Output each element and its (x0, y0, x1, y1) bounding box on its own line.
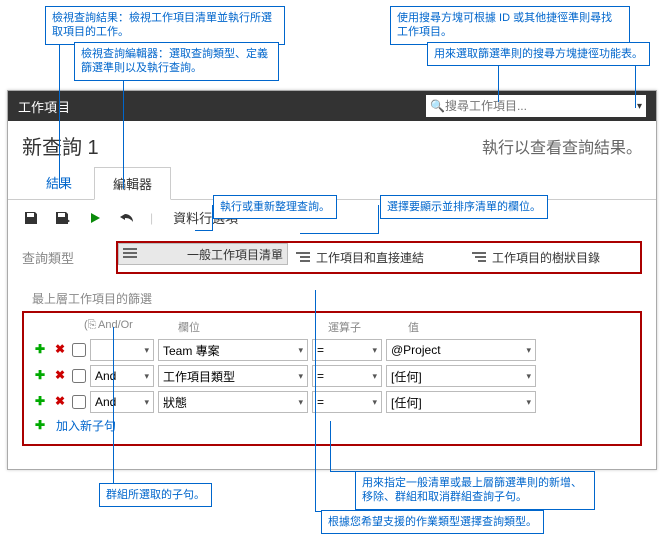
head-op: 運算子 (328, 319, 408, 335)
del-clause-icon[interactable]: ✖ (52, 394, 68, 410)
val-select[interactable]: [任何]▾ (386, 365, 536, 387)
search-box[interactable]: 🔍 ▾ (426, 95, 646, 117)
filter-row: ✚ ✖ ▾ Team 專案▾ =▾ @Project▾ (32, 339, 632, 361)
val-select[interactable]: @Project▾ (386, 339, 536, 361)
qtype-label: 查詢類型 (22, 248, 112, 267)
row-checkbox[interactable] (72, 343, 86, 357)
head-val: 值 (408, 319, 632, 335)
save-icon[interactable] (22, 209, 40, 227)
op-select[interactable]: =▾ (312, 391, 382, 413)
field-select[interactable]: 工作項目類型▾ (158, 365, 308, 387)
direct-links-icon (296, 251, 310, 265)
op-select[interactable]: =▾ (312, 365, 382, 387)
add-clause-icon[interactable]: ✚ (32, 394, 48, 410)
andor-select[interactable]: ▾ (90, 339, 154, 361)
callout-clause-ops: 用來指定一般清單或最上層篩選準則的新增、移除、群組和取消群組查詢子句。 (355, 471, 595, 510)
topbar: 工作項目 🔍 ▾ (8, 91, 656, 121)
search-input[interactable] (445, 99, 639, 113)
search-icon: 🔍 (430, 99, 445, 113)
row-checkbox[interactable] (72, 369, 86, 383)
callout-results: 檢視查詢結果：檢視工作項目清單並執行所選取項目的工作。 (45, 6, 285, 45)
field-select[interactable]: Team 專案▾ (158, 339, 308, 361)
filter-section-title: 最上層工作項目的篩選 (32, 290, 642, 307)
add-clause-link[interactable]: 加入新子句 (56, 417, 116, 434)
exec-hint: 執行以查看查詢結果。 (482, 134, 642, 158)
run-icon[interactable] (86, 209, 104, 227)
add-clause-icon[interactable]: ✚ (32, 418, 48, 434)
callout-columns: 選擇要顯示並排序清單的欄位。 (380, 195, 548, 219)
group-head-icon: (⎘ (84, 319, 98, 335)
filter-row: ✚ ✖ And▾ 工作項目類型▾ =▾ [任何]▾ (32, 365, 632, 387)
row-checkbox[interactable] (72, 395, 86, 409)
andor-select[interactable]: And▾ (90, 391, 154, 413)
filter-row-add: ✚ 加入新子句 (32, 417, 632, 434)
filter-head: (⎘ And/Or 欄位 運算子 值 (32, 319, 632, 335)
save-as-icon[interactable] (54, 209, 72, 227)
andor-select[interactable]: And▾ (90, 365, 154, 387)
field-select[interactable]: 狀態▾ (158, 391, 308, 413)
qtype-direct-links[interactable]: 工作項目和直接連結 (288, 243, 464, 272)
filter-row: ✚ ✖ And▾ 狀態▾ =▾ [任何]▾ (32, 391, 632, 413)
query-panel: 工作項目 🔍 ▾ 新查詢 1 執行以查看查詢結果。 結果 編輯器 | 資料行選項… (7, 90, 657, 470)
op-select[interactable]: =▾ (312, 339, 382, 361)
undo-icon[interactable] (118, 209, 136, 227)
callout-editor: 檢視查詢編輯器：選取查詢類型、定義篩選準則以及執行查詢。 (74, 42, 279, 81)
qtype-group: 一般工作項目清單 工作項目和直接連結 工作項目的樹狀目錄 (116, 241, 642, 274)
callout-qtype: 根據您希望支援的作業類型選擇查詢類型。 (321, 510, 544, 534)
head-field: 欄位 (178, 319, 328, 335)
qtype-tree[interactable]: 工作項目的樹狀目錄 (464, 243, 640, 272)
callout-search: 使用搜尋方塊可根據 ID 或其他捷徑準則尋找工作項目。 (390, 6, 630, 45)
qtype-direct-label: 工作項目和直接連結 (316, 249, 424, 266)
topbar-title: 工作項目 (18, 97, 70, 116)
tab-editor[interactable]: 編輯器 (94, 167, 171, 200)
head-andor: And/Or (98, 319, 178, 335)
callout-search-menu: 用來選取篩選準則的搜尋方塊捷徑功能表。 (427, 42, 650, 66)
callout-group: 群組所選取的子句。 (99, 483, 212, 507)
qtype-flat[interactable]: 一般工作項目清單 (118, 243, 288, 265)
val-select[interactable]: [任何]▾ (386, 391, 536, 413)
flat-list-icon (123, 247, 137, 261)
filter-box: (⎘ And/Or 欄位 運算子 值 ✚ ✖ ▾ Team 專案▾ =▾ @Pr… (22, 311, 642, 446)
callout-run: 執行或重新整理查詢。 (213, 195, 337, 219)
del-clause-icon[interactable]: ✖ (52, 342, 68, 358)
add-clause-icon[interactable]: ✚ (32, 368, 48, 384)
qtype-flat-label: 一般工作項目清單 (187, 246, 283, 263)
query-title: 新查詢 1 (22, 131, 99, 160)
del-clause-icon[interactable]: ✖ (52, 368, 68, 384)
search-menu-caret-icon[interactable]: ▾ (637, 101, 642, 112)
qtype-tree-label: 工作項目的樹狀目錄 (492, 249, 600, 266)
add-clause-icon[interactable]: ✚ (32, 342, 48, 358)
tree-icon (472, 251, 486, 265)
